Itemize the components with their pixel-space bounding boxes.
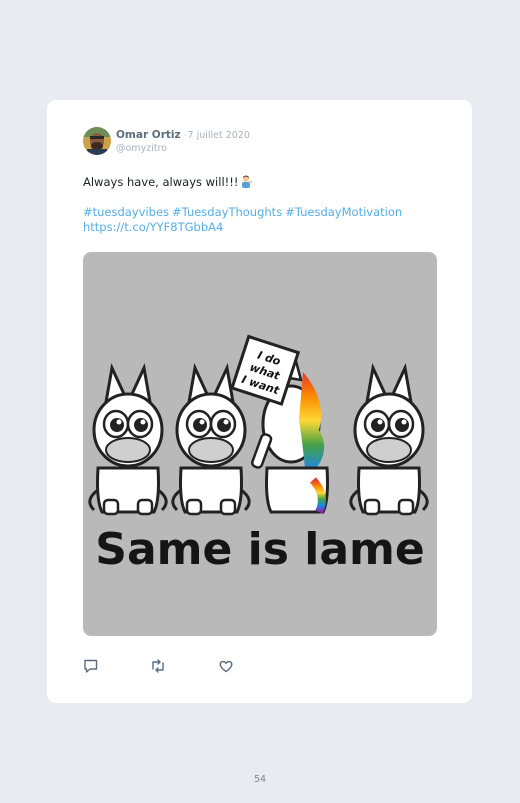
- tweet-body: Always have, always will!!!: [83, 175, 239, 189]
- hashtag-block: #tuesdayvibes #TuesdayThoughts #TuesdayMot…: [83, 205, 453, 235]
- image-caption: Same is lame: [95, 524, 424, 575]
- page-number: 54: [253, 774, 267, 785]
- author-line: Omar Ortiz ·7 juillet 2020: [116, 129, 250, 141]
- author-handle[interactable]: @omyzitro: [116, 143, 167, 154]
- author-name[interactable]: Omar Ortiz: [116, 129, 181, 141]
- avatar[interactable]: [83, 127, 111, 155]
- tweet-actions: [83, 658, 283, 674]
- reply-icon[interactable]: [83, 658, 99, 674]
- tweet-card: Omar Ortiz ·7 juillet 2020 @omyzitro Alwa…: [47, 100, 472, 703]
- hashtag-link[interactable]: #TuesdayMotivation: [285, 205, 402, 219]
- tweet-text: Always have, always will!!!: [83, 175, 443, 191]
- meta-separator: ·: [183, 131, 187, 141]
- tweet-link[interactable]: https://t.co/YYF8TGbbA4: [83, 220, 453, 235]
- tweet-date[interactable]: 7 juillet 2020: [188, 130, 250, 141]
- hashtag-link[interactable]: #tuesdayvibes: [83, 205, 169, 219]
- person-shrugging-emoji-icon: [241, 175, 253, 191]
- like-icon[interactable]: [218, 658, 234, 674]
- hashtag-link[interactable]: #TuesdayThoughts: [172, 205, 282, 219]
- tweet-image[interactable]: I do what I want Same is lame: [83, 252, 437, 636]
- retweet-icon[interactable]: [150, 658, 166, 674]
